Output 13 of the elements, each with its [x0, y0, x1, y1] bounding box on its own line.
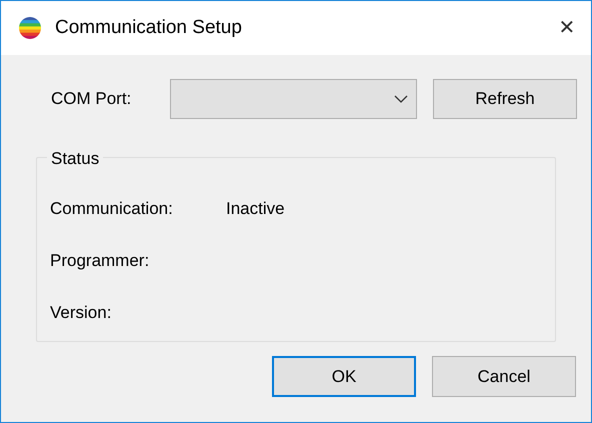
- dialog-button[interactable]: Cancel: [432, 356, 576, 397]
- com-port-label: COM Port:: [51, 88, 132, 110]
- chevron-down-icon: [394, 95, 408, 103]
- status-label: Communication:: [50, 198, 174, 220]
- close-button[interactable]: ✕: [545, 8, 589, 48]
- striped-ball-icon: [19, 17, 41, 39]
- window-title: Communication Setup: [55, 16, 242, 40]
- status-label: Version:: [50, 302, 112, 324]
- refresh-button[interactable]: Refresh: [433, 79, 577, 119]
- com-port-dropdown[interactable]: [170, 79, 417, 119]
- status-label: Programmer:: [50, 250, 150, 272]
- dialog-button[interactable]: OK: [272, 356, 416, 397]
- status-value: Inactive: [226, 198, 285, 220]
